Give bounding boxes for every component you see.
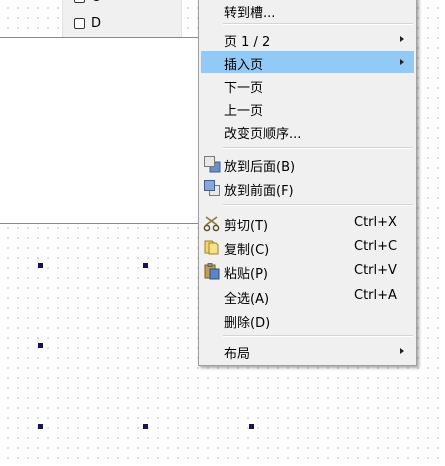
menu-item-label: 布局	[224, 347, 251, 362]
bring-to-front-icon	[201, 177, 223, 199]
widget-frame[interactable]	[0, 37, 199, 224]
selection-handle[interactable]	[38, 343, 43, 348]
menu-item-select-all[interactable]: 全选(A) Ctrl+A	[201, 285, 414, 307]
menu-item-label: 页 1 / 2	[224, 35, 271, 50]
menu-separator	[223, 204, 413, 206]
checkbox-d[interactable]	[74, 17, 85, 29]
submenu-arrow-icon	[400, 348, 404, 354]
menu-item-next-page[interactable]: 下一页	[201, 74, 414, 96]
menu-separator	[223, 23, 413, 25]
menu-item-goto-slot[interactable]: 转到槽...	[201, 0, 414, 21]
checkbox-d-label: D	[91, 15, 102, 31]
menu-item-layout[interactable]: 布局	[201, 340, 414, 362]
context-menu: 转到槽... 页 1 / 2 插入页 下一页 上一页 改变页顺序... 放到后面…	[198, 0, 417, 366]
menu-item-label: 上一页	[224, 104, 264, 119]
menu-item-label: 粘贴(P)	[224, 267, 268, 282]
menu-item-label: 改变页顺序...	[224, 127, 302, 142]
menu-item-cut[interactable]: 剪切(T) Ctrl+X	[201, 212, 414, 234]
checkbox-c[interactable]	[74, 0, 85, 3]
menu-item-label: 放到前面(F)	[224, 184, 294, 199]
menu-item-page[interactable]: 页 1 / 2	[201, 28, 414, 50]
menu-item-label: 全选(A)	[224, 292, 270, 307]
selection-handle[interactable]	[143, 424, 148, 429]
submenu-arrow-icon	[400, 36, 404, 42]
selection-handle[interactable]	[143, 263, 148, 268]
menu-item-paste[interactable]: 粘贴(P) Ctrl+V	[201, 260, 414, 282]
checkbox-c-label: C	[91, 0, 100, 5]
send-to-back-icon	[201, 153, 223, 175]
copy-icon	[201, 236, 223, 258]
menu-separator	[223, 335, 413, 337]
menu-separator	[223, 147, 413, 149]
menu-item-label: 放到后面(B)	[224, 160, 296, 175]
menu-item-shortcut: Ctrl+C	[354, 239, 398, 254]
menu-item-shortcut: Ctrl+V	[354, 263, 397, 278]
menu-item-delete[interactable]: 删除(D)	[201, 309, 414, 331]
checkbox-d-row[interactable]: D	[74, 15, 101, 31]
menu-item-change-page-order[interactable]: 改变页顺序...	[201, 120, 414, 142]
selection-handle[interactable]	[38, 424, 43, 429]
menu-item-label: 剪切(T)	[224, 219, 269, 234]
paste-icon	[201, 260, 223, 282]
menu-item-label: 删除(D)	[224, 316, 271, 331]
menu-item-copy[interactable]: 复制(C) Ctrl+C	[201, 236, 414, 258]
menu-item-label: 复制(C)	[224, 243, 270, 258]
menu-item-shortcut: Ctrl+A	[354, 288, 397, 303]
menu-item-shortcut: Ctrl+X	[354, 215, 397, 230]
checkbox-c-row[interactable]: C	[74, 0, 100, 5]
scissors-icon	[201, 212, 223, 234]
selection-handle[interactable]	[38, 263, 43, 268]
menu-item-label: 下一页	[224, 81, 264, 96]
menu-item-send-to-back[interactable]: 放到后面(B)	[201, 153, 414, 175]
submenu-arrow-icon	[400, 59, 404, 65]
menu-item-label: 插入页	[224, 58, 264, 73]
selection-handle[interactable]	[249, 424, 254, 429]
menu-item-bring-to-front[interactable]: 放到前面(F)	[201, 177, 414, 199]
menu-item-insert-page[interactable]: 插入页	[201, 51, 414, 73]
menu-item-previous-page[interactable]: 上一页	[201, 97, 414, 119]
menu-item-label: 转到槽...	[224, 6, 276, 21]
